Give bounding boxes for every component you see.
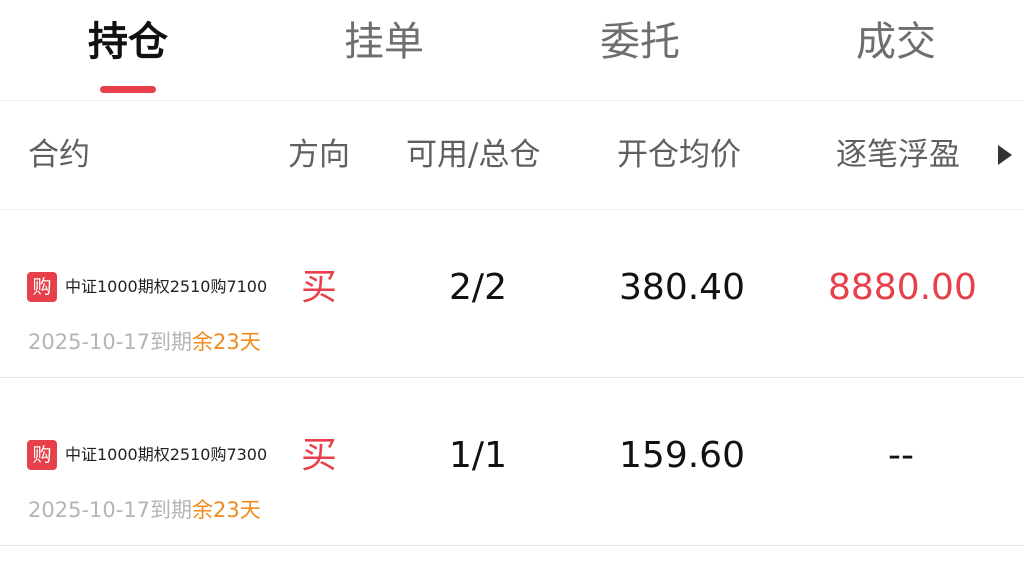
call-badge: 购 bbox=[27, 272, 57, 302]
direction-value: 买 bbox=[301, 435, 338, 476]
column-header-direction: 方向 bbox=[288, 137, 350, 173]
column-header-floating-pnl: 逐笔浮盈 bbox=[836, 137, 960, 173]
table-header: 合约 方向 可用/总仓 开仓均价 逐笔浮盈 bbox=[0, 101, 1024, 210]
available-total-value: 2/2 bbox=[449, 267, 507, 308]
direction-value: 买 bbox=[301, 267, 338, 308]
expiry-date: 2025-10-17到期 bbox=[28, 330, 193, 354]
floating-pnl-value: -- bbox=[888, 435, 914, 476]
tab-bar: 持仓 挂单 委托 成交 bbox=[0, 0, 1024, 101]
active-tab-indicator bbox=[100, 86, 156, 93]
column-header-open-avg-price: 开仓均价 bbox=[617, 137, 741, 173]
open-avg-price-value: 159.60 bbox=[619, 435, 745, 476]
tab-positions[interactable]: 持仓 bbox=[58, 14, 198, 70]
triangle-right-icon[interactable] bbox=[998, 145, 1012, 165]
open-avg-price-value: 380.40 bbox=[619, 267, 745, 308]
column-header-contract: 合约 bbox=[28, 137, 90, 173]
expiry-date: 2025-10-17到期 bbox=[28, 498, 193, 522]
days-left: 余23天 bbox=[192, 330, 261, 354]
call-badge: 购 bbox=[27, 440, 57, 470]
expiry-info: 2025-10-17到期余23天 bbox=[28, 495, 261, 525]
expiry-info: 2025-10-17到期余23天 bbox=[28, 327, 261, 357]
tab-trades[interactable]: 成交 bbox=[826, 14, 966, 70]
table-row[interactable]: 购 中证1000期权2510购7100 2025-10-17到期余23天 买 2… bbox=[0, 210, 1024, 378]
contract-name: 中证1000期权2510购7300 bbox=[65, 445, 268, 464]
floating-pnl-value: 8880.00 bbox=[828, 267, 977, 308]
days-left: 余23天 bbox=[192, 498, 261, 522]
contract-name: 中证1000期权2510购7100 bbox=[65, 277, 268, 296]
tab-pending-orders[interactable]: 挂单 bbox=[314, 14, 454, 70]
table-row[interactable]: 购 中证1000期权2510购7300 2025-10-17到期余23天 买 1… bbox=[0, 378, 1024, 546]
tab-orders[interactable]: 委托 bbox=[570, 14, 710, 70]
available-total-value: 1/1 bbox=[449, 435, 507, 476]
column-header-available-total: 可用/总仓 bbox=[406, 137, 541, 173]
